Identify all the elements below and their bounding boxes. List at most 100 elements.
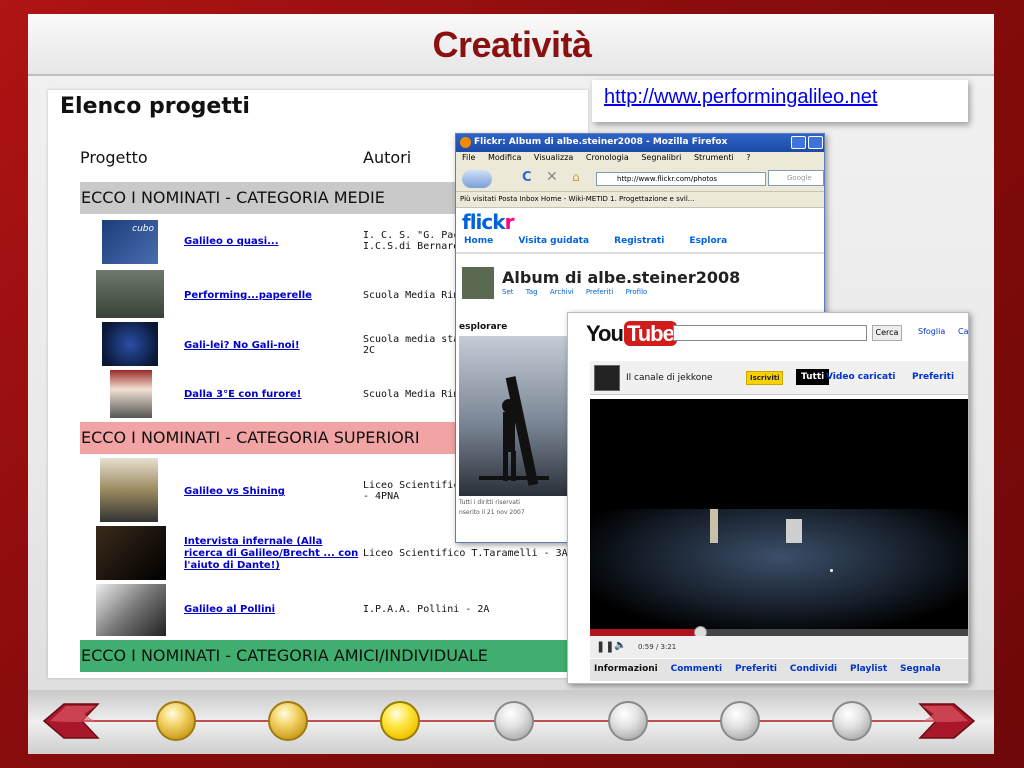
subscribe-button[interactable]: Iscriviti [746,371,784,385]
project-thumbnail[interactable] [100,458,158,522]
tab-preferiti-info[interactable]: Preferiti [735,664,777,674]
firefox-icon [460,137,471,148]
youtube-window: You Tube Cerca Sfoglia Ca Il canale di je… [567,312,969,684]
link-ca[interactable]: Ca [958,327,968,336]
menu-visualizza[interactable]: Visualizza [534,153,573,162]
nav-registrati[interactable]: Registrati [614,236,664,246]
link-preferiti[interactable]: Preferiti [586,288,613,296]
project-thumbnail[interactable] [96,584,166,636]
bookmarks-bar[interactable]: Più visitati Posta Inbox Home - Wiki-MET… [456,192,824,208]
project-thumbnail[interactable] [102,322,158,366]
slide-dot-5[interactable] [608,701,648,741]
photo-caption: Tutti i diritti riservati nserito il 21 … [459,498,525,518]
project-link[interactable]: Galileo al Pollini [184,604,275,616]
slide-dot-3-current[interactable] [380,701,420,741]
tab-commenti[interactable]: Commenti [671,664,722,674]
youtube-logo[interactable]: You Tube [586,321,677,347]
project-author: I.P.A.A. Pollini - 2A [363,604,490,615]
slide-dot-1[interactable] [156,701,196,741]
tab-video-caricati[interactable]: Video caricati [826,372,895,382]
reload-icon[interactable]: C [522,170,532,185]
address-bar[interactable]: http://www.flickr.com/photos [596,172,766,186]
nav-home[interactable]: Home [464,236,493,246]
slide-dot-4[interactable] [494,701,534,741]
project-thumbnail[interactable] [96,270,164,318]
project-link[interactable]: Galileo o quasi... [184,236,279,248]
time-display: 0:59 / 3:21 [638,643,677,651]
tab-informazioni[interactable]: Informazioni [594,664,658,674]
menu-modifica[interactable]: Modifica [488,153,521,162]
channel-avatar[interactable] [594,365,620,391]
upload-date: nserito il 21 nov 2007 [459,509,525,516]
album-sub-links: Set Tag Archivi Preferiti Profilo [502,288,657,296]
thumbnail-label: cubo [132,224,154,234]
tab-playlist[interactable]: Playlist [850,664,887,674]
project-link[interactable]: Dalla 3°E con furore! [184,389,301,401]
menu-strumenti[interactable]: Strumenti [694,153,734,162]
column-header-progetto: Progetto [80,148,148,167]
maximize-button[interactable] [808,136,823,149]
progress-bar[interactable] [590,626,968,639]
album-title: Album di albe.steiner2008 [502,268,741,287]
actor-figure-2 [786,519,802,543]
avatar[interactable] [462,267,494,299]
pause-icon[interactable]: ❚❚ [596,640,614,653]
youtube-logo-tube: Tube [623,321,677,346]
project-thumbnail[interactable]: cubo [102,220,158,264]
menu-segnalibri[interactable]: Segnalibri [641,153,681,162]
website-link[interactable]: http://www.performingalileo.net [604,86,877,108]
menu-cronologia[interactable]: Cronologia [586,153,629,162]
channel-name[interactable]: Il canale di jekkone [626,373,713,383]
search-input[interactable] [673,325,867,341]
menu-bar: File Modifica Visualizza Cronologia Segn… [456,152,824,166]
url-box: http://www.performingalileo.net [592,80,968,122]
stop-icon[interactable]: ✕ [546,169,558,185]
stage-scene [590,509,968,629]
list-item: Galileo al Pollini I.P.A.A. Pollini - 2A [96,584,596,636]
tab-tutti[interactable]: Tutti [796,369,830,385]
home-icon[interactable]: ⌂ [572,170,580,184]
nav-visita-guidata[interactable]: Visita guidata [518,236,589,246]
nav-esplora[interactable]: Esplora [689,236,727,246]
window-titlebar: Flickr: Album di albe.steiner2008 - Mozi… [456,134,824,152]
project-author: Scuola Media Rin [363,290,460,301]
tab-segnala[interactable]: Segnala [900,664,941,674]
actor-figure [710,509,718,543]
project-author: Scuola media sta [363,334,460,345]
project-link[interactable]: Performing...paperelle [184,290,312,302]
navigation-toolbar: C ✕ ⌂ http://www.flickr.com/photos Googl… [456,166,824,192]
tab-condividi[interactable]: Condividi [790,664,837,674]
next-arrow-icon[interactable] [918,700,978,742]
project-thumbnail[interactable] [96,526,166,580]
youtube-logo-you: You [586,321,624,346]
link-profilo[interactable]: Profilo [626,288,648,296]
slide-dot-6[interactable] [720,701,760,741]
link-sfoglia[interactable]: Sfoglia [918,327,945,336]
search-button[interactable]: Cerca [872,325,902,341]
project-link[interactable]: Galileo vs Shining [184,486,285,498]
link-tag[interactable]: Tag [526,288,538,296]
project-author: Scuola Media Rin [363,389,460,400]
photo-thumbnail[interactable] [459,336,569,496]
slide-dot-2[interactable] [268,701,308,741]
video-player[interactable] [590,399,968,629]
back-forward-button[interactable] [462,170,492,188]
light-spot [830,569,833,572]
minimize-button[interactable] [791,136,806,149]
window-title: Flickr: Album di albe.steiner2008 - Mozi… [474,137,728,147]
flickr-nav: Home Visita guidata Registrati Esplora [464,236,749,246]
slide-dot-7[interactable] [832,701,872,741]
volume-icon[interactable]: 🔈 [614,640,626,651]
flickr-logo[interactable]: flickr [462,210,514,234]
project-link[interactable]: Gali-lei? No Gali-noi! [184,340,300,352]
previous-arrow-icon[interactable] [40,700,100,742]
doc-heading: Elenco progetti [60,94,250,119]
menu-help[interactable]: ? [746,153,750,162]
tab-preferiti[interactable]: Preferiti [912,372,954,382]
project-thumbnail[interactable] [110,370,152,418]
link-archivi[interactable]: Archivi [550,288,574,296]
project-link[interactable]: Intervista infernale (Alla ricerca di Ga… [184,536,362,572]
search-engine-box[interactable]: Google [768,170,824,186]
link-set[interactable]: Set [502,288,514,296]
menu-file[interactable]: File [462,153,475,162]
